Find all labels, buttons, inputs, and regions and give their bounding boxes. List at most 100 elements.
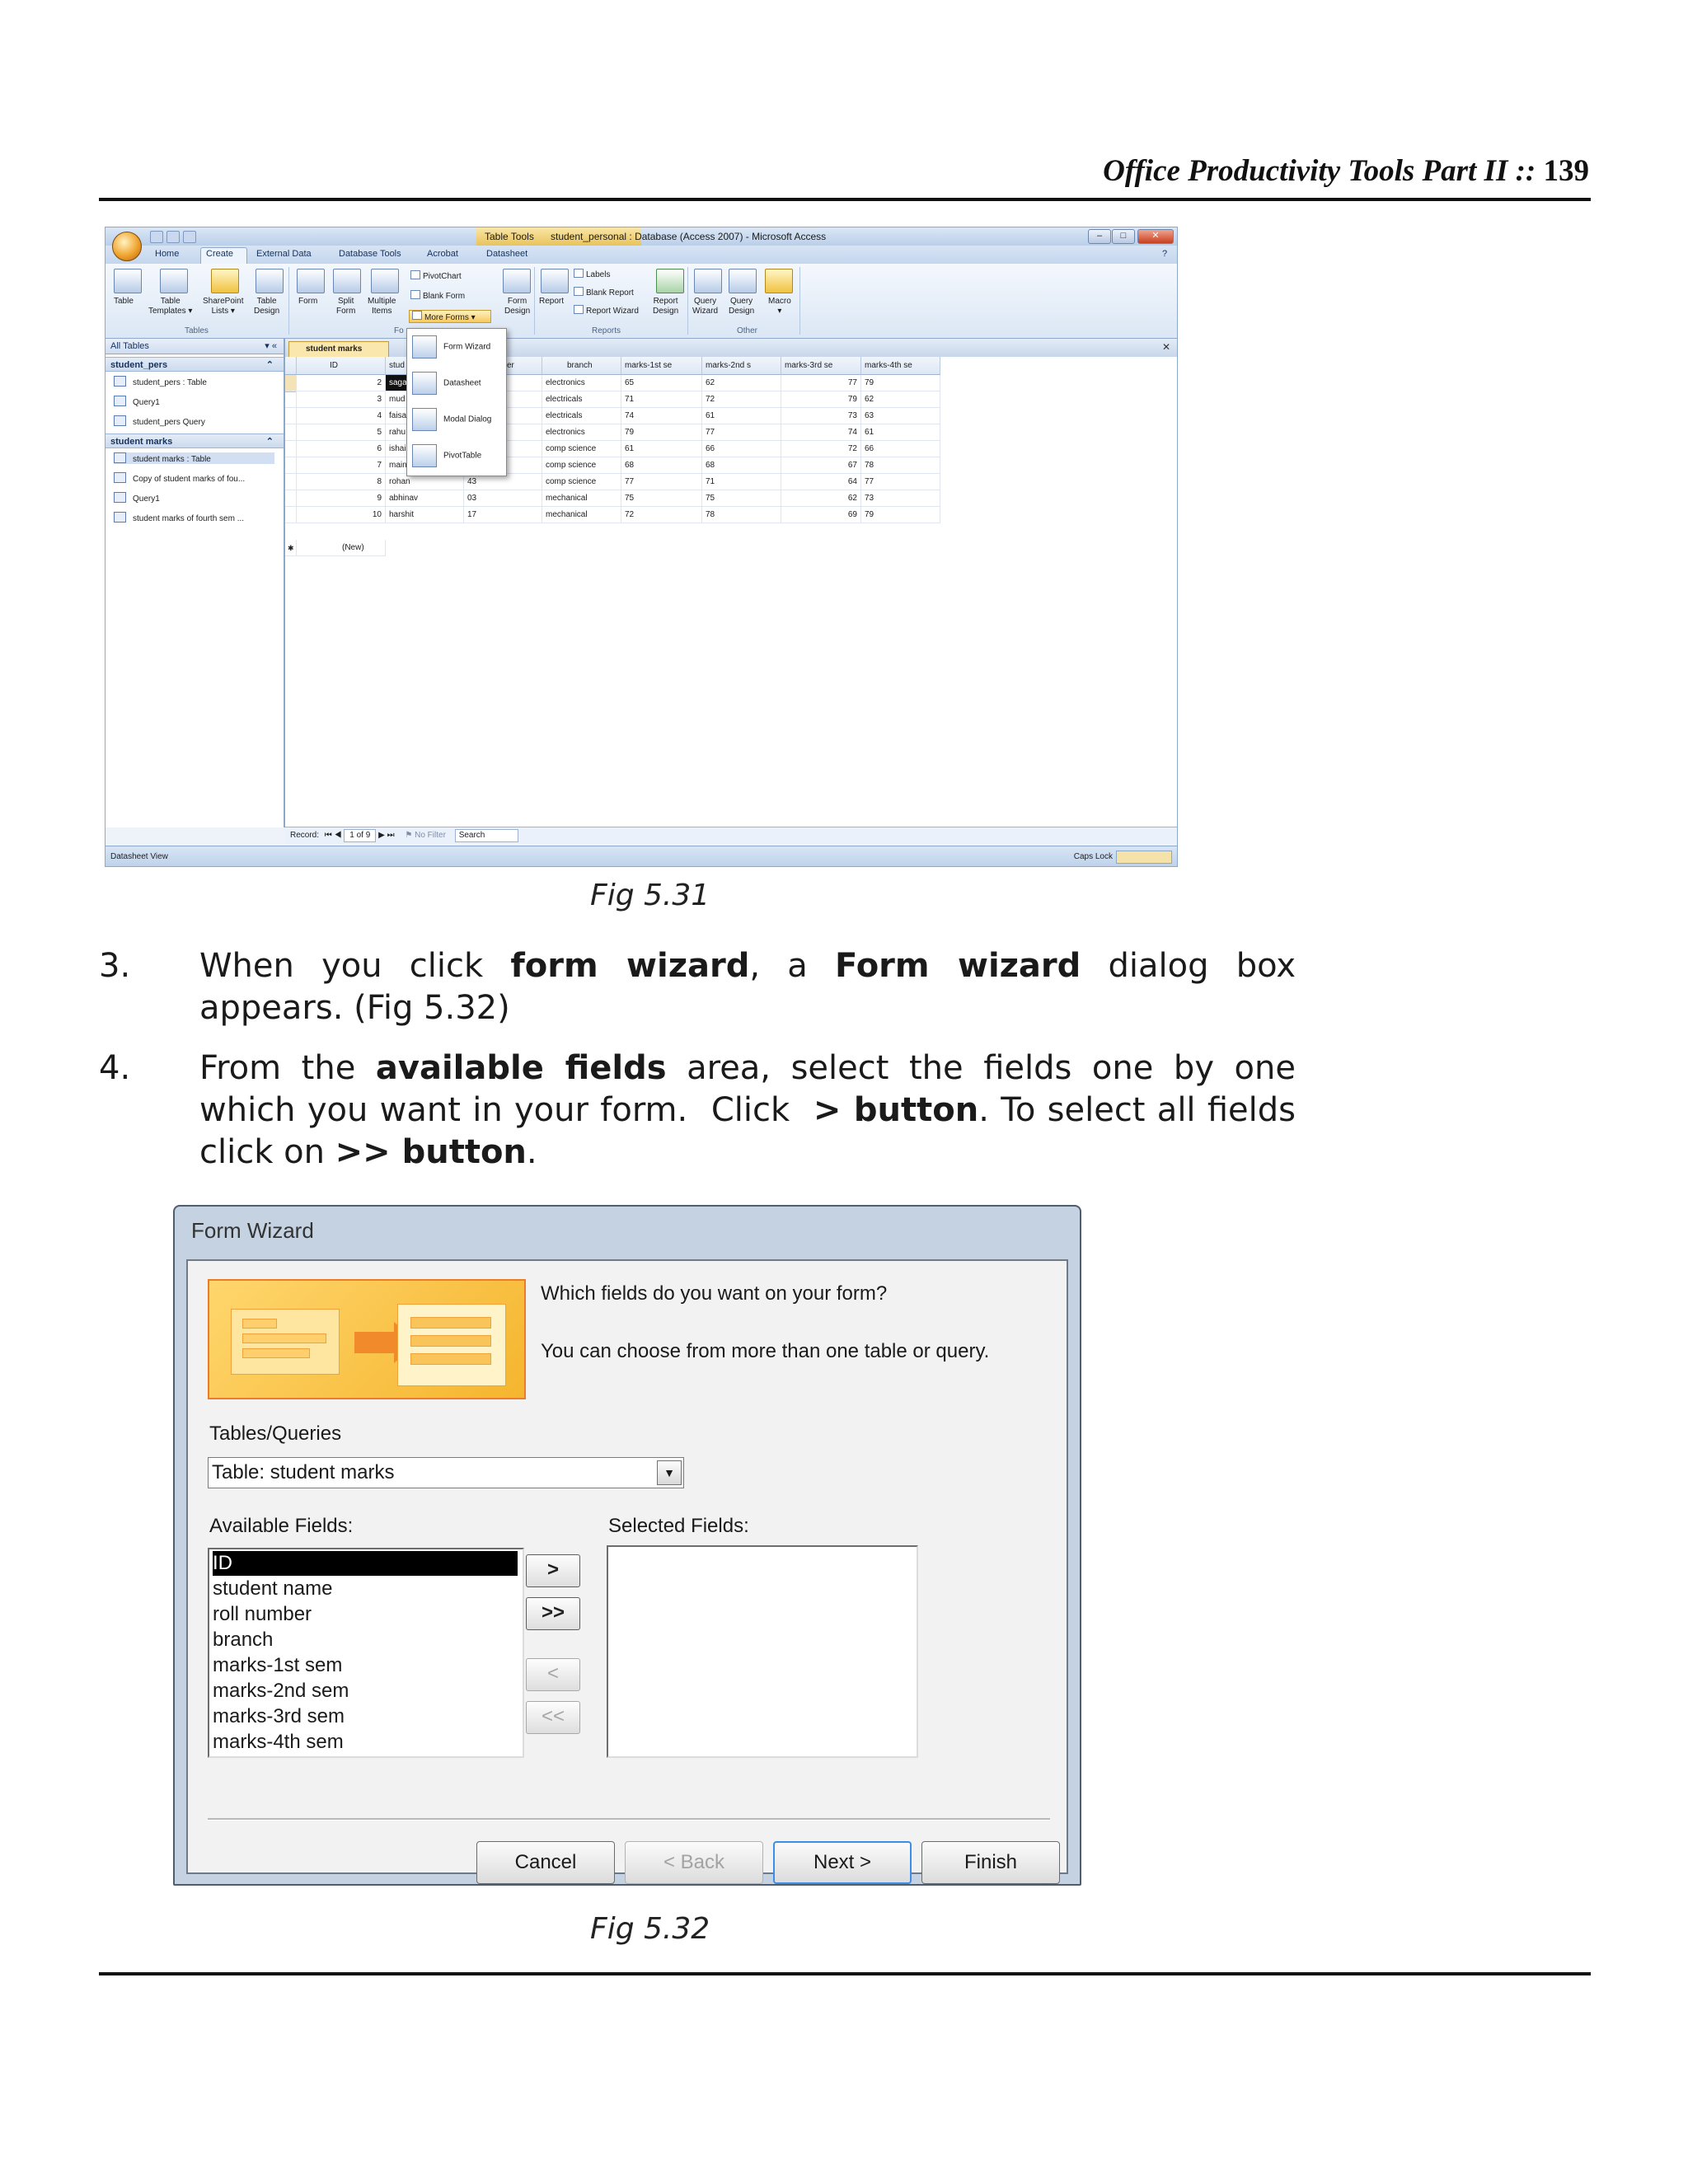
table-cell[interactable]: electronics (542, 375, 621, 391)
cancel-button[interactable]: Cancel (476, 1841, 615, 1884)
table-cell[interactable]: 78 (702, 507, 781, 523)
add-all-fields-button[interactable]: >> (526, 1597, 580, 1630)
row-selector[interactable] (285, 441, 297, 457)
table-cell[interactable]: 61 (621, 441, 702, 457)
tab-home[interactable]: Home (155, 249, 179, 259)
blank-form-button[interactable]: Blank Form (410, 290, 465, 301)
multiple-items-icon[interactable] (371, 269, 399, 293)
table-cell[interactable]: 69 (781, 507, 861, 523)
table-cell[interactable]: 66 (702, 441, 781, 457)
search-input[interactable]: Search (454, 829, 519, 842)
row-selector[interactable] (285, 391, 297, 408)
tab-acrobat[interactable]: Acrobat (427, 249, 458, 259)
table-cell[interactable]: 73 (781, 408, 861, 424)
available-fields-list[interactable]: ID student name roll number branch marks… (208, 1548, 524, 1758)
view-switcher-icons[interactable] (1116, 851, 1172, 864)
query-design-icon[interactable] (729, 269, 757, 293)
table-cell[interactable]: 7 (297, 457, 386, 474)
tables-queries-select[interactable]: Table: student marks ▼ (208, 1457, 684, 1488)
row-selector[interactable] (285, 474, 297, 490)
table-templates-icon[interactable] (160, 269, 188, 293)
table-cell[interactable]: 71 (702, 474, 781, 490)
menu-item-pivottable[interactable]: PivotTable (412, 444, 481, 467)
table-cell[interactable]: 9 (297, 490, 386, 507)
table-cell[interactable]: 67 (781, 457, 861, 474)
table-cell[interactable]: 17 (464, 507, 542, 523)
sharepoint-lists-icon[interactable] (211, 269, 239, 293)
next-record-icon[interactable]: ▶ (378, 831, 385, 840)
table-cell[interactable]: mechanical (542, 490, 621, 507)
table-cell[interactable]: 74 (781, 424, 861, 441)
table-cell[interactable]: 61 (702, 408, 781, 424)
tab-external-data[interactable]: External Data (256, 249, 312, 259)
table-cell[interactable]: 62 (781, 490, 861, 507)
menu-item-datasheet[interactable]: Datasheet (412, 372, 481, 395)
table-cell[interactable]: 65 (621, 375, 702, 391)
prev-record-icon[interactable]: ◀ (335, 831, 342, 840)
table-cell[interactable]: 8 (297, 474, 386, 490)
table-cell[interactable]: 64 (781, 474, 861, 490)
record-position-input[interactable]: 1 of 9 (344, 829, 377, 842)
list-item[interactable]: ID (213, 1551, 518, 1576)
selected-fields-list[interactable] (607, 1545, 918, 1758)
table-cell[interactable]: 75 (621, 490, 702, 507)
table-cell[interactable]: 79 (861, 375, 940, 391)
tab-create[interactable]: Create (206, 249, 233, 259)
nav-item[interactable]: student marks of fourth sem ... (114, 512, 244, 523)
labels-button[interactable]: Labels (574, 269, 610, 279)
table-cell[interactable]: electricals (542, 408, 621, 424)
table-cell[interactable]: 3 (297, 391, 386, 408)
form-design-icon[interactable] (503, 269, 531, 293)
table-cell[interactable]: 75 (702, 490, 781, 507)
table-cell[interactable]: mechanical (542, 507, 621, 523)
list-item[interactable]: marks-3rd sem (213, 1704, 345, 1729)
nav-header[interactable]: All Tables ▾ « (106, 339, 284, 354)
nav-item-selected[interactable]: student marks : Table (114, 452, 274, 464)
list-item[interactable]: student name (213, 1577, 332, 1601)
table-cell[interactable]: 10 (297, 507, 386, 523)
query-wizard-icon[interactable] (694, 269, 722, 293)
table-cell[interactable]: 68 (702, 457, 781, 474)
table-cell[interactable]: 5 (297, 424, 386, 441)
minimize-button[interactable]: – (1088, 229, 1111, 244)
nav-item[interactable]: Query1 (114, 396, 160, 407)
col-header[interactable]: marks-3rd se (781, 357, 861, 375)
row-selector[interactable] (285, 457, 297, 474)
close-doc-icon[interactable]: ✕ (1162, 341, 1170, 353)
table-cell[interactable]: rohan (386, 474, 464, 490)
menu-item-modal-dialog[interactable]: Modal Dialog (412, 408, 491, 431)
col-header[interactable]: branch (542, 357, 621, 375)
macro-icon[interactable] (765, 269, 793, 293)
select-all-corner[interactable] (285, 357, 297, 375)
report-design-icon[interactable] (656, 269, 684, 293)
table-cell[interactable]: 79 (861, 507, 940, 523)
new-row-label[interactable]: (New) (297, 540, 386, 556)
table-cell[interactable]: 61 (861, 424, 940, 441)
row-selector[interactable] (285, 424, 297, 441)
col-header[interactable]: marks-4th se (861, 357, 940, 375)
row-selector[interactable] (285, 507, 297, 523)
remove-all-fields-button[interactable]: << (526, 1701, 580, 1734)
undo-icon[interactable] (166, 231, 180, 243)
row-selector[interactable] (285, 490, 297, 507)
table-cell[interactable]: 43 (464, 474, 542, 490)
redo-icon[interactable] (183, 231, 196, 243)
tab-datasheet[interactable]: Datasheet (486, 249, 528, 259)
table-cell[interactable]: 74 (621, 408, 702, 424)
table-icon[interactable] (114, 269, 142, 293)
table-cell[interactable]: 6 (297, 441, 386, 457)
table-cell[interactable]: 63 (861, 408, 940, 424)
blank-report-button[interactable]: Blank Report (574, 287, 634, 298)
row-selector[interactable] (285, 375, 297, 391)
nav-item[interactable]: student_pers : Table (114, 376, 207, 387)
table-cell[interactable]: 62 (861, 391, 940, 408)
pivotchart-button[interactable]: PivotChart (410, 270, 462, 281)
chevron-down-icon[interactable]: ▼ (657, 1460, 682, 1485)
table-cell[interactable]: 78 (861, 457, 940, 474)
first-record-icon[interactable]: ⏮ (325, 831, 332, 840)
table-cell[interactable]: electronics (542, 424, 621, 441)
table-cell[interactable]: 77 (781, 375, 861, 391)
table-cell[interactable]: 66 (861, 441, 940, 457)
list-item[interactable]: marks-4th sem (213, 1730, 344, 1755)
table-cell[interactable]: 77 (702, 424, 781, 441)
